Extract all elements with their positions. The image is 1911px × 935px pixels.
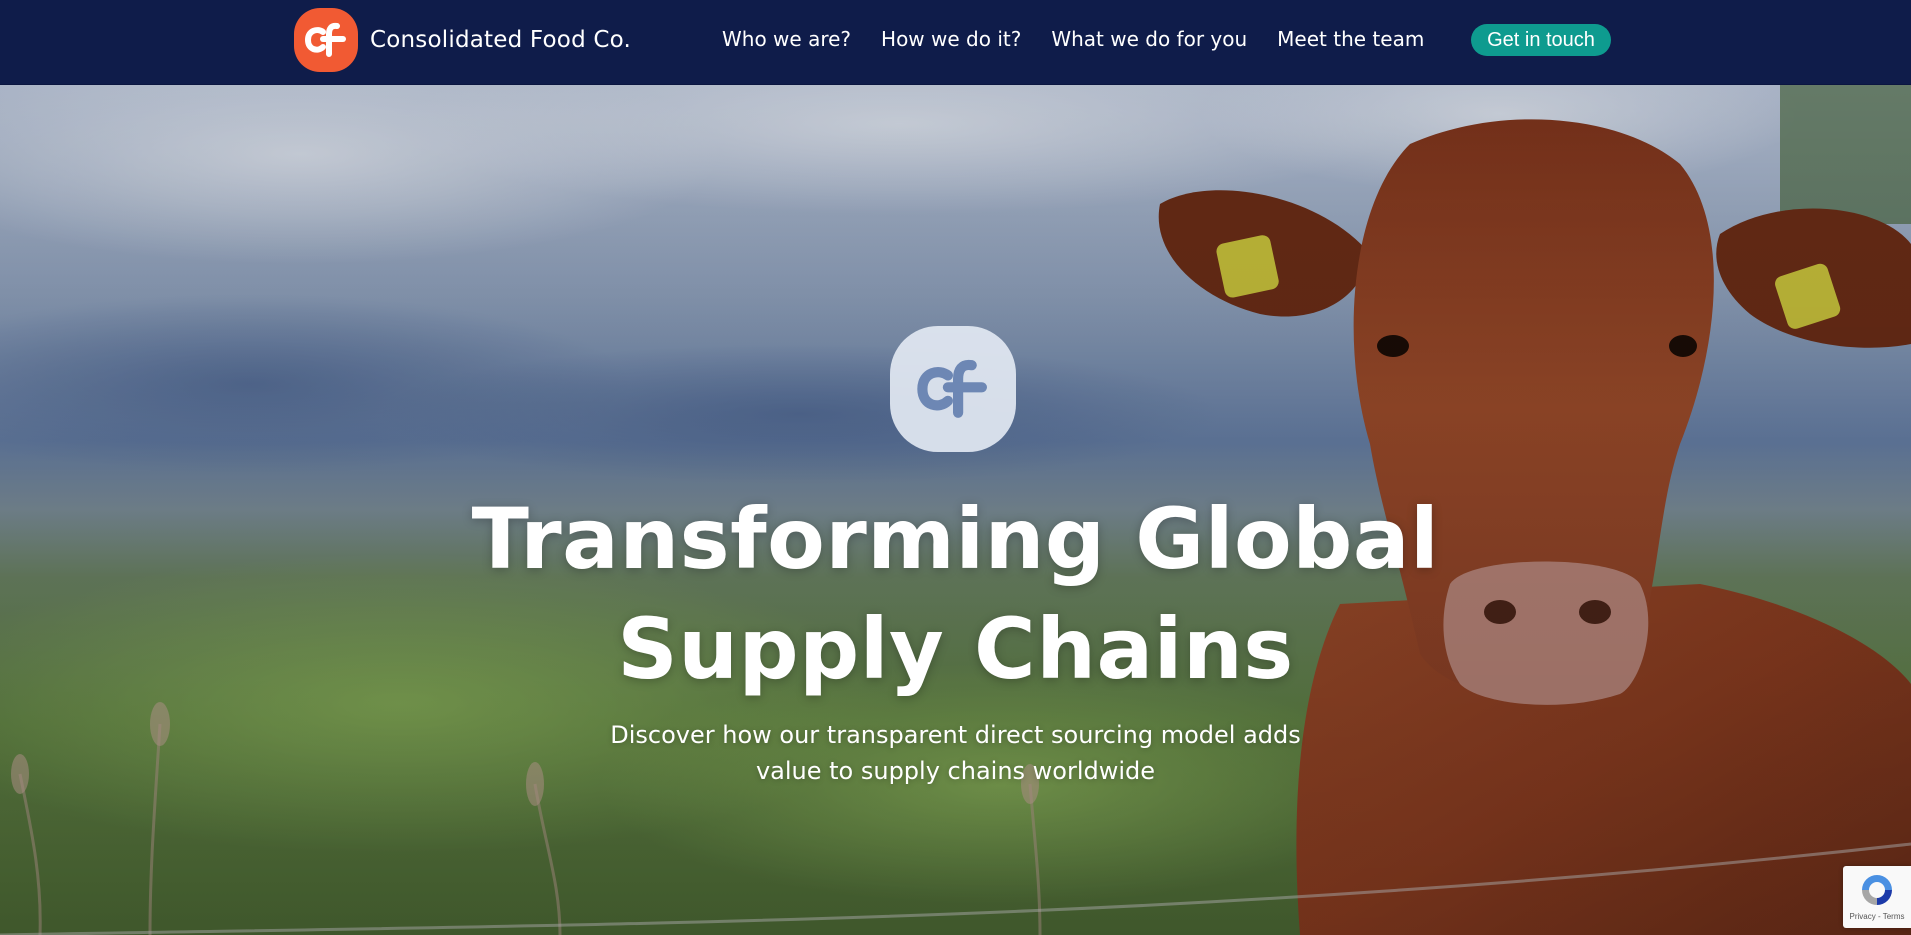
hero-section: Transforming Global Supply Chains Discov… [0,84,1911,935]
brand-name: Consolidated Food Co. [370,27,632,53]
brand-home-link[interactable]: Consolidated Food Co. [294,8,631,72]
nav-link-what-we-do-for-you[interactable]: What we do for you [1051,27,1247,51]
hero-subtitle-line-1: Discover how our transparent direct sour… [610,721,1301,749]
hero-content: Transforming Global Supply Chains Discov… [0,84,1911,935]
recaptcha-privacy-link[interactable]: Privacy [1850,912,1876,921]
hero-subtitle-line-2: value to supply chains worldwide [755,757,1156,785]
recaptcha-terms-link[interactable]: Terms [1883,912,1905,921]
cf-logo-icon [294,8,358,72]
nav-link-meet-the-team[interactable]: Meet the team [1277,27,1424,51]
hero-title-line-2: Supply Chains [617,600,1294,698]
hero-subtitle: Discover how our transparent direct sour… [560,717,1351,789]
recaptcha-separator: - [1875,912,1883,921]
recaptcha-icon [1862,875,1892,905]
page: Consolidated Food Co. Who we are? How we… [0,0,1911,935]
hero-title: Transforming Global Supply Chains [0,484,1911,704]
top-navbar: Consolidated Food Co. Who we are? How we… [0,0,1911,85]
hero-title-line-1: Transforming Global [471,490,1440,588]
nav-link-who-we-are[interactable]: Who we are? [722,27,851,51]
main-nav: Who we are? How we do it? What we do for… [722,0,1454,78]
recaptcha-links: Privacy - Terms [1843,912,1911,921]
cf-logo-icon [890,326,1016,452]
get-in-touch-button[interactable]: Get in touch [1471,24,1611,56]
nav-link-how-we-do-it[interactable]: How we do it? [881,27,1021,51]
recaptcha-badge[interactable]: Privacy - Terms [1843,866,1911,928]
